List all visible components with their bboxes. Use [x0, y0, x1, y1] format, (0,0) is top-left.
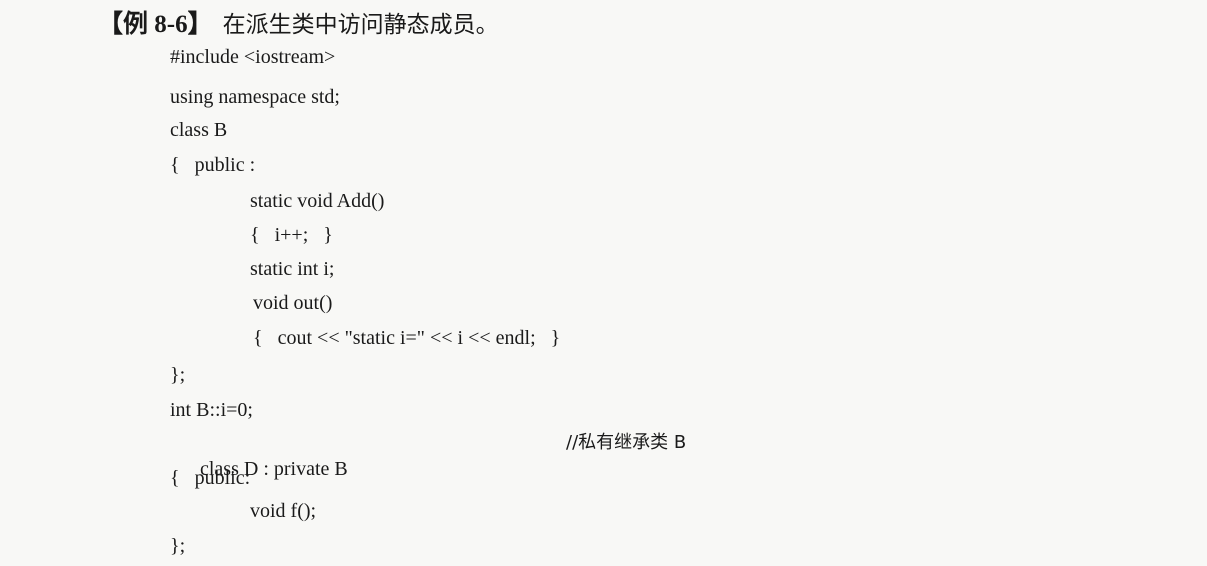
code-line: { public : [170, 154, 256, 176]
code-line-with-comment: class D : private B //私有继承类 B [170, 430, 686, 480]
code-line: { cout << "static i=" << i << endl; } [253, 327, 561, 349]
code-line: void out() [253, 292, 333, 314]
code-line: }; [170, 535, 186, 557]
example-title: 在派生类中访问静态成员。 [222, 12, 499, 38]
code-line: }; [170, 364, 186, 386]
document-page: 【例 8-6】 在派生类中访问静态成员。 #include <iostream> … [0, 0, 1207, 566]
example-label: 【例 8-6】 [98, 11, 213, 38]
code-line: int B::i=0; [170, 399, 253, 421]
example-heading: 【例 8-6】 在派生类中访问静态成员。 [98, 8, 499, 42]
code-line: using namespace std; [170, 86, 340, 108]
code-line: static void Add() [250, 190, 385, 212]
code-line: #include <iostream> [170, 46, 336, 68]
code-comment: //私有继承类 B [566, 432, 687, 453]
code-line: { i++; } [250, 224, 333, 246]
code-line: class B [170, 119, 228, 141]
code-line: { public: [170, 467, 251, 489]
code-line: static int i; [250, 258, 335, 280]
code-line: void f(); [250, 500, 317, 522]
